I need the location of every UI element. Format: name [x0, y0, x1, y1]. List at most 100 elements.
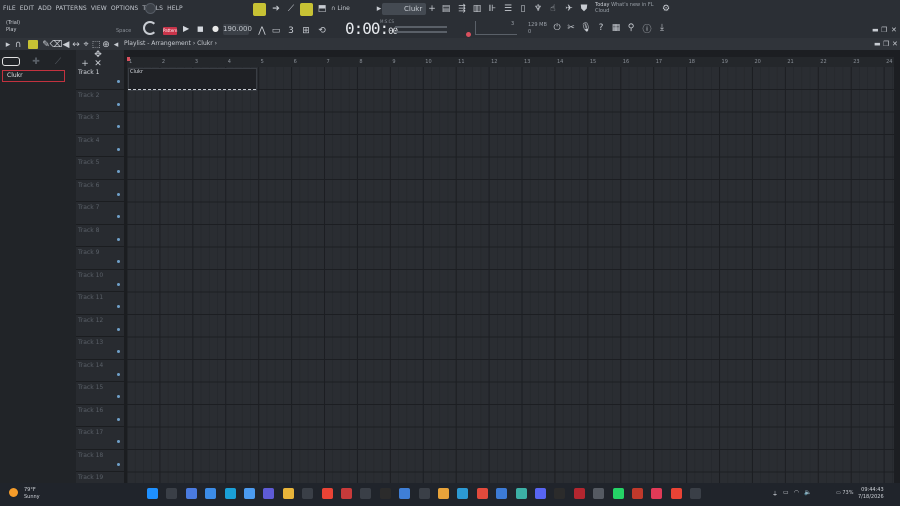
track-indicator-icon[interactable]: [117, 215, 120, 218]
track-header[interactable]: Track 7: [76, 202, 124, 225]
draw-tool-icon[interactable]: [300, 3, 313, 16]
app-icon[interactable]: [632, 488, 643, 499]
browser-tab-icon[interactable]: [2, 57, 20, 66]
track-indicator-icon[interactable]: [117, 462, 120, 466]
tempo-display[interactable]: 190.000: [223, 24, 252, 35]
help-icon[interactable]: ?: [595, 22, 607, 34]
task-view-icon[interactable]: [185, 488, 197, 499]
breadcrumb[interactable]: Playlist - Arrangement › Clukr ›: [124, 40, 217, 47]
loop-record-icon[interactable]: ⟲: [316, 25, 328, 37]
tag-icon[interactable]: ⛊: [578, 3, 590, 15]
timeline-ruler[interactable]: 1 2 3 4 5 6 7 8 9 10 11 12 13 14 15 16 17 18 19 20 21 22 23 24: [127, 57, 894, 67]
search-icon[interactable]: [166, 488, 178, 499]
master-volume-slider[interactable]: [395, 31, 447, 33]
battery-indicator[interactable]: ▭ 73%: [836, 490, 853, 496]
track-header[interactable]: Track 3: [76, 112, 124, 135]
menu-edit[interactable]: EDIT: [20, 5, 34, 12]
media-icon[interactable]: [418, 488, 430, 499]
track-indicator-icon[interactable]: [117, 102, 120, 106]
fl-studio-icon[interactable]: [438, 488, 449, 499]
cut-icon[interactable]: ✂: [565, 22, 577, 34]
browser-pattern-item[interactable]: Clukr: [2, 70, 65, 82]
countdown-icon[interactable]: 3: [285, 25, 297, 37]
arrow-right-icon[interactable]: ➔: [270, 3, 282, 15]
pattern-clip[interactable]: [128, 68, 257, 91]
copilot-icon[interactable]: [244, 488, 255, 499]
piano-roll-icon[interactable]: ▥: [471, 3, 483, 15]
master-volume-knob[interactable]: [145, 3, 156, 14]
playlist-maximize-icon[interactable]: ❐: [883, 40, 889, 48]
menu-add[interactable]: ADD: [38, 5, 52, 12]
track-header[interactable]: Track 13: [76, 337, 124, 360]
photos-icon[interactable]: [399, 488, 411, 499]
browser-add-icon[interactable]: ✚: [30, 56, 42, 68]
track-header[interactable]: Track 4: [76, 135, 124, 157]
track-header[interactable]: Track 17: [76, 427, 124, 450]
download-icon[interactable]: ⤓: [656, 22, 668, 34]
track-indicator-icon[interactable]: [117, 417, 120, 421]
playlist-icon[interactable]: ⇶: [456, 3, 468, 15]
menu-view[interactable]: VIEW: [91, 5, 107, 12]
pattern-selector[interactable]: Clukr: [382, 3, 426, 15]
menu-patterns[interactable]: PATTERNS: [56, 5, 87, 12]
windows-icon[interactable]: [147, 488, 158, 499]
app-icon[interactable]: [515, 488, 527, 499]
chrome-icon[interactable]: [670, 488, 682, 499]
settings-icon[interactable]: ⚙: [660, 3, 672, 15]
metronome-icon[interactable]: ⋀: [256, 25, 268, 37]
touch-icon[interactable]: ☝: [547, 3, 559, 15]
vertical-scrollbar[interactable]: [124, 67, 127, 483]
playhead-marker[interactable]: [127, 57, 130, 61]
pattern-mode-button[interactable]: Pattern: [163, 27, 177, 35]
app-icon[interactable]: [496, 488, 508, 499]
app-icon[interactable]: [554, 488, 566, 499]
figma-icon[interactable]: [476, 488, 488, 499]
power-icon[interactable]: ⏻: [551, 22, 563, 34]
track-header[interactable]: Track 2: [76, 90, 124, 112]
track-header[interactable]: Track 10: [76, 270, 124, 292]
pattern-song-toggle[interactable]: [143, 21, 157, 35]
stamp-icon[interactable]: ⬒: [316, 3, 328, 15]
wait-input-icon[interactable]: ▭: [270, 25, 282, 37]
menu-help[interactable]: HELP: [167, 5, 183, 12]
app-icon[interactable]: [573, 488, 585, 499]
plugin-picker-icon[interactable]: ♆: [532, 3, 544, 15]
snap-selector[interactable]: ∩ Line: [331, 5, 350, 12]
track-header[interactable]: Track 8: [76, 225, 124, 247]
track-indicator-icon[interactable]: [117, 260, 120, 263]
edge-icon[interactable]: [224, 488, 236, 499]
teams-icon[interactable]: [263, 488, 275, 499]
stop-icon[interactable]: ■: [197, 25, 204, 33]
playlist-view-icon[interactable]: [253, 3, 266, 16]
track-indicator-icon[interactable]: [117, 147, 120, 151]
track-indicator-icon[interactable]: [117, 395, 120, 398]
minimize-icon[interactable]: ▬: [872, 26, 879, 34]
chat-icon[interactable]: ▭: [783, 489, 789, 498]
restore-icon[interactable]: ❐: [881, 26, 887, 34]
bird-icon[interactable]: ✈: [563, 3, 575, 15]
chrome-icon[interactable]: [321, 488, 333, 499]
wifi-icon[interactable]: ◠: [794, 489, 799, 498]
track-indicator-icon[interactable]: [117, 327, 120, 331]
track-indicator-icon[interactable]: [117, 170, 120, 173]
widgets-icon[interactable]: [205, 488, 217, 499]
whatsapp-icon[interactable]: [612, 488, 624, 499]
app-icon[interactable]: [457, 488, 469, 499]
mixer-icon[interactable]: ⊪: [486, 3, 498, 15]
clock[interactable]: 09:44:43 7/18/2026: [858, 487, 884, 501]
weather-widget[interactable]: 79°F Sunny: [24, 487, 40, 501]
track-indicator-icon[interactable]: [117, 125, 120, 128]
track-header[interactable]: Track 5: [76, 157, 124, 180]
playlist-close-icon[interactable]: ✕: [892, 40, 898, 48]
track-header[interactable]: Track 14: [76, 360, 124, 382]
news-panel[interactable]: Today What's new in FL Cloud: [595, 2, 654, 14]
track-header[interactable]: Track 1: [76, 67, 124, 90]
play-icon[interactable]: ▶: [183, 24, 189, 33]
app-icon[interactable]: [651, 488, 663, 499]
track-header[interactable]: Track 18: [76, 450, 124, 472]
track-header[interactable]: Track 16: [76, 405, 124, 427]
track-indicator-icon[interactable]: [117, 237, 120, 241]
add-pattern-icon[interactable]: +: [426, 3, 438, 15]
track-header[interactable]: Track 11: [76, 292, 124, 315]
playlist-minimize-icon[interactable]: ▬: [874, 40, 881, 48]
